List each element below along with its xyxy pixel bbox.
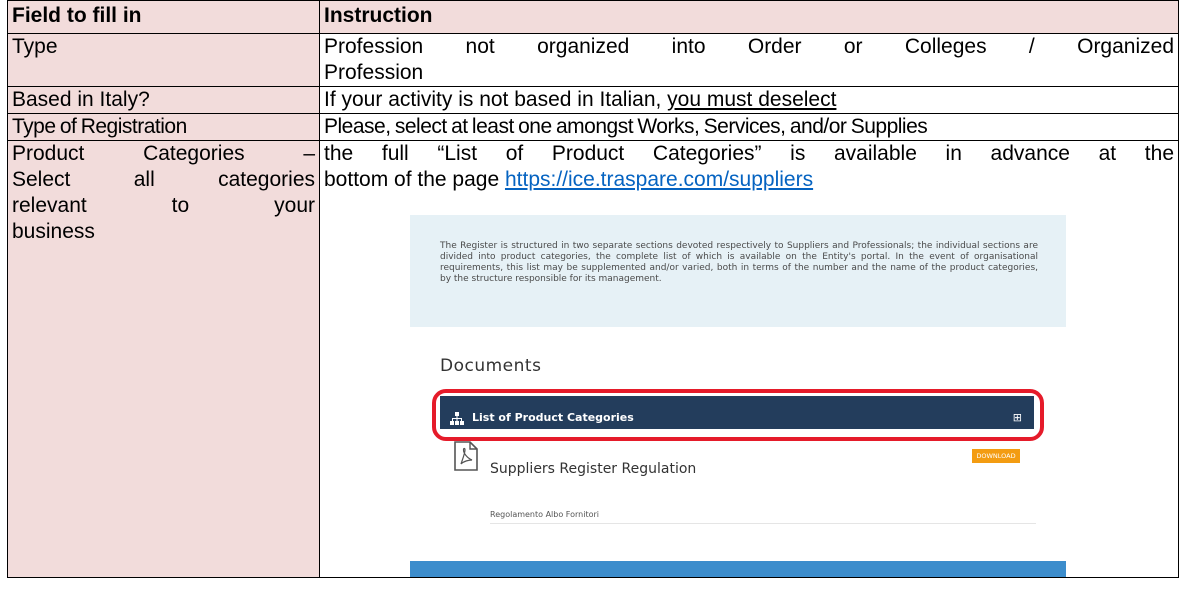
row-categories-field-line4: business [12,220,95,243]
table-row: Type Profession not organized into Order… [7,33,1179,87]
row-categories-instruction-line1: the full “List of Product Categories” is… [324,142,1174,165]
pdf-file-icon [454,441,478,477]
row-categories-field: Product Categories – Select all categori… [7,140,320,578]
document-title[interactable]: Suppliers Register Regulation [490,456,696,482]
footer-bar [410,561,1066,577]
row-categories-field-line3: relevant to your [12,194,315,217]
table-row: Type of Registration Please, select at l… [7,113,1179,141]
document-subtitle: Regolamento Albo Fornitori [490,510,599,519]
row-categories-field-line2: Select all categories [12,168,315,191]
download-button[interactable]: DOWNLOAD [972,449,1020,463]
row-type-field: Type [7,33,320,87]
row-type-instruction-line1: Profession not organized into Order or C… [324,35,1174,58]
row-type-instruction: Profession not organized into Order or C… [319,33,1179,87]
row-italy-instruction-text: If your activity is not based in Italian… [324,88,668,111]
table-header-row: Field to fill in Instruction [7,0,1179,34]
embedded-screenshot: The Register is structured in two separa… [410,215,1070,577]
divider [490,523,1036,524]
row-type-instruction-line2: Profession [324,61,424,84]
header-instruction: Instruction [319,0,1179,34]
row-registration-instruction: Please, select at least one amongst Work… [319,113,1179,141]
red-highlight-outline [432,389,1044,441]
row-italy-field: Based in Italy? [7,86,320,114]
intro-panel: The Register is structured in two separa… [410,215,1066,327]
header-field: Field to fill in [7,0,320,34]
row-registration-field: Type of Registration [7,113,320,141]
documents-heading: Documents [440,356,542,376]
row-italy-instruction: If your activity is not based in Italian… [319,86,1179,114]
instruction-table: Field to fill in Instruction Type Profes… [7,0,1179,578]
deselect-emphasis: you must deselect [667,88,837,111]
row-categories-instruction: the full “List of Product Categories” is… [319,140,1179,578]
intro-text: The Register is structured in two separa… [440,241,1038,284]
table-row: Product Categories – Select all categori… [7,140,1179,578]
suppliers-link[interactable]: https://ice.traspare.com/suppliers [505,168,813,191]
table-row: Based in Italy? If your activity is not … [7,86,1179,114]
row-categories-instruction-line2: bottom of the page https://ice.traspare.… [324,168,814,191]
row-categories-field-line1: Product Categories – [12,142,315,165]
